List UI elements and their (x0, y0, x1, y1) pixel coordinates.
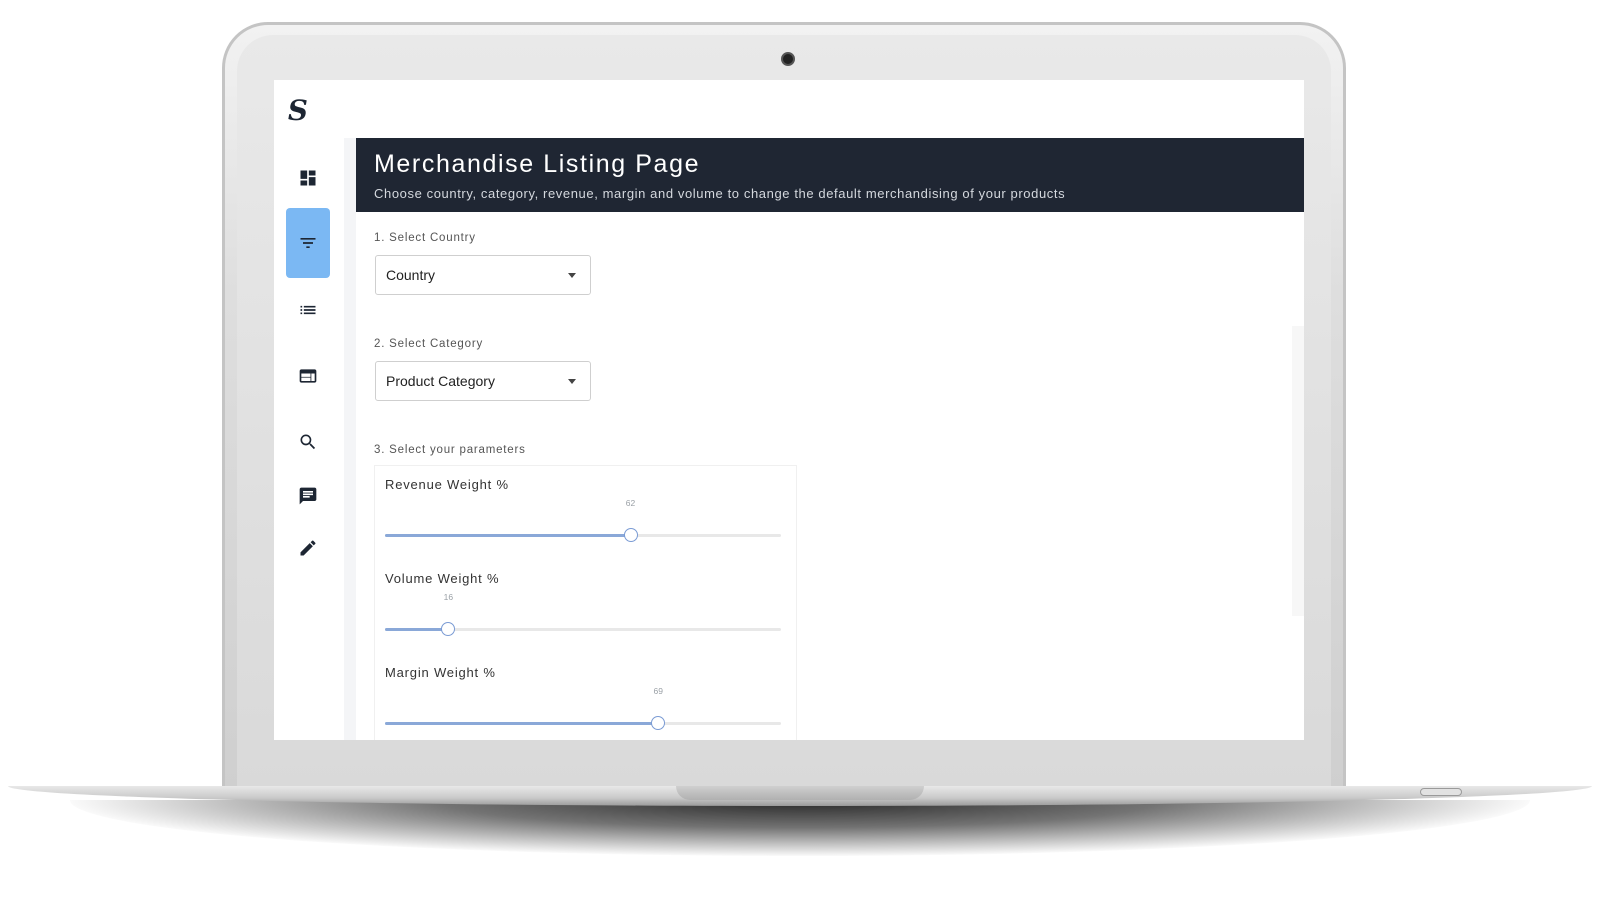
search-icon (300, 434, 316, 450)
laptop-hinge-notch (676, 786, 924, 800)
select-country-label: 1. Select Country (374, 232, 476, 244)
sidebar-item-list[interactable] (286, 288, 330, 332)
sidebar-gutter (344, 138, 356, 740)
revenue-weight-label: Revenue Weight % (385, 477, 509, 492)
country-select-value: Country (386, 267, 436, 283)
web-icon (299, 369, 317, 383)
laptop-side-slot (1420, 788, 1462, 796)
category-select-value: Product Category (386, 373, 495, 389)
page-subtitle: Choose country, category, revenue, margi… (374, 186, 1066, 201)
category-select[interactable]: Product Category (375, 361, 591, 401)
filter-icon (300, 238, 316, 248)
margin-weight-value: 69 (653, 686, 663, 696)
sidebar-item-chat[interactable] (286, 474, 330, 518)
revenue-weight-value: 62 (625, 498, 636, 508)
margin-weight-fill (385, 722, 659, 725)
top-bar: S (274, 80, 1304, 138)
brand-logo[interactable]: S (285, 94, 316, 127)
sidebar-item-edit[interactable] (286, 526, 330, 570)
laptop-shadow (70, 800, 1530, 856)
volume-weight-slider[interactable] (385, 622, 781, 636)
volume-weight-thumb[interactable] (441, 622, 456, 636)
revenue-weight-thumb[interactable] (623, 528, 638, 542)
country-select[interactable]: Country (375, 255, 591, 295)
chevron-down-icon (568, 379, 576, 384)
margin-weight-label: Margin Weight % (385, 665, 496, 680)
webcam (781, 52, 795, 66)
sidebar-item-dashboard[interactable] (286, 156, 330, 200)
page-header: Merchandise Listing Page Choose country,… (356, 138, 1304, 212)
sidebar (274, 138, 345, 740)
edit-icon (300, 540, 316, 556)
sidebar-item-search[interactable] (286, 420, 330, 464)
volume-weight-label: Volume Weight % (385, 571, 500, 586)
dashboard-icon (300, 170, 316, 186)
list-icon (300, 305, 316, 315)
app-screen: S Merchandise Listing Page Choose countr… (274, 80, 1304, 740)
revenue-weight-fill (385, 534, 631, 537)
select-parameters-label: 3. Select your parameters (374, 444, 526, 456)
revenue-weight-slider[interactable] (385, 528, 781, 542)
parameters-card: Revenue Weight % 62 Volume Weight % 16 M… (374, 465, 797, 740)
page-title: Merchandise Listing Page (374, 150, 701, 178)
select-category-label: 2. Select Category (374, 338, 484, 350)
volume-weight-value: 16 (443, 592, 454, 602)
chat-icon (299, 487, 317, 505)
scrollbar-area[interactable] (1292, 326, 1304, 616)
volume-weight-fill (385, 628, 449, 631)
chevron-down-icon (568, 273, 576, 278)
sidebar-item-web[interactable] (286, 354, 330, 398)
margin-weight-slider[interactable] (385, 716, 781, 730)
sidebar-item-filter[interactable] (286, 208, 330, 278)
margin-weight-thumb[interactable] (651, 716, 666, 730)
